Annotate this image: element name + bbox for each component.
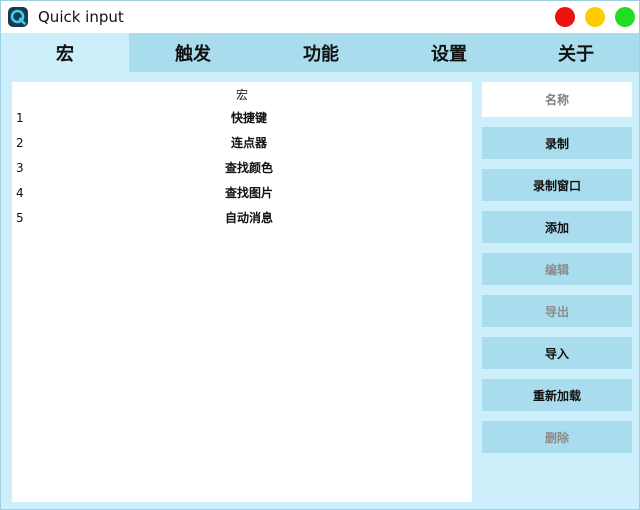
list-item[interactable]: 4 查找图片 [12, 183, 472, 203]
list-column-header: 宏 [235, 88, 248, 102]
tab-settings[interactable]: 设置 [385, 33, 513, 72]
row-name: 查找颜色 [224, 161, 273, 175]
tab-macro[interactable]: 宏 [1, 33, 129, 72]
row-name: 查找图片 [224, 186, 273, 200]
record-button[interactable]: 录制 [482, 127, 632, 159]
window-title: Quick input [38, 8, 124, 26]
export-button[interactable]: 导出 [482, 295, 632, 327]
list-item[interactable]: 2 连点器 [12, 133, 472, 153]
import-button[interactable]: 导入 [482, 337, 632, 369]
add-button[interactable]: 添加 [482, 211, 632, 243]
record-window-button[interactable]: 录制窗口 [482, 169, 632, 201]
tab-about[interactable]: 关于 [513, 33, 639, 72]
minimize-button[interactable] [585, 7, 605, 27]
maximize-button[interactable] [615, 7, 635, 27]
row-name: 快捷键 [230, 111, 267, 125]
tab-function[interactable]: 功能 [257, 33, 385, 72]
macro-list[interactable]: 宏 1 快捷键 2 连点器 3 查找颜色 4 查找图片 5 自动消息 [12, 82, 472, 502]
close-button[interactable] [555, 7, 575, 27]
name-input[interactable] [482, 82, 632, 117]
q-logo-icon [8, 7, 28, 27]
list-item[interactable]: 3 查找颜色 [12, 158, 472, 178]
row-name: 自动消息 [224, 211, 273, 225]
title-bar: Quick input [1, 1, 639, 33]
delete-button[interactable]: 删除 [482, 421, 632, 453]
tab-trigger[interactable]: 触发 [129, 33, 257, 72]
tab-bar: 宏 触发 功能 设置 关于 [1, 33, 639, 72]
row-name: 连点器 [230, 136, 267, 150]
list-item[interactable]: 5 自动消息 [12, 208, 472, 228]
edit-button[interactable]: 编辑 [482, 253, 632, 285]
reload-button[interactable]: 重新加载 [482, 379, 632, 411]
list-item[interactable]: 1 快捷键 [12, 108, 472, 128]
